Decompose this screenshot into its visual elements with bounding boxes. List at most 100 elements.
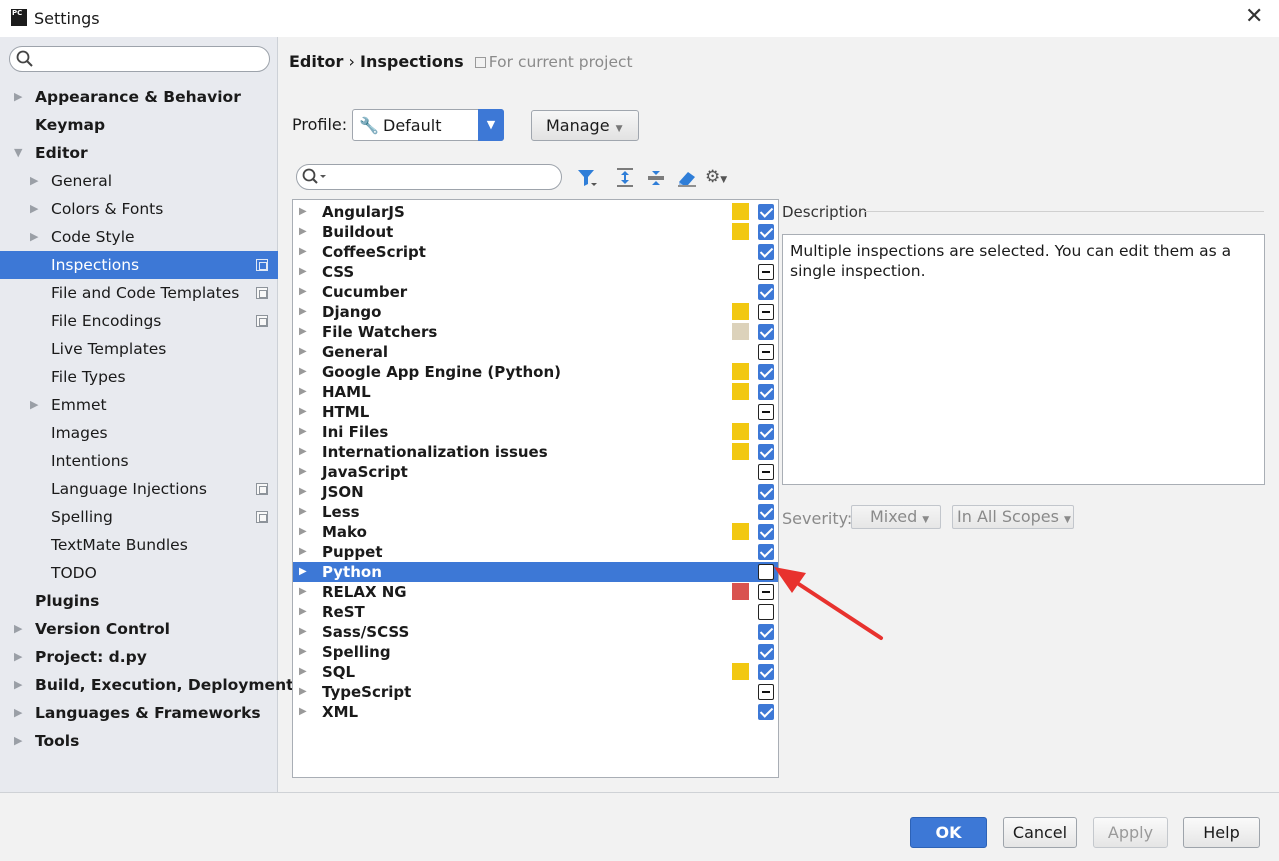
profile-combo[interactable]: 🔧 Default ▼ — [352, 109, 504, 141]
sidebar-item[interactable]: File and Code Templates — [0, 279, 278, 307]
inspection-checkbox[interactable] — [758, 344, 774, 360]
inspection-row[interactable]: ▶ Python — [293, 562, 778, 582]
inspection-row[interactable]: ▶ Internationalization issues — [293, 442, 778, 462]
chevron-right-icon[interactable]: ▶ — [30, 195, 38, 223]
sidebar-item[interactable]: ▶ Project: d.py — [0, 643, 278, 671]
inspection-checkbox[interactable] — [758, 504, 774, 520]
sidebar-item[interactable]: ▶ Tools — [0, 727, 278, 755]
sidebar-item[interactable]: ▶ Languages & Frameworks — [0, 699, 278, 727]
chevron-right-icon[interactable]: ▶ — [299, 302, 307, 322]
inspection-checkbox[interactable] — [758, 304, 774, 320]
filter-icon[interactable] — [576, 167, 598, 194]
inspection-row[interactable]: ▶ JSON — [293, 482, 778, 502]
sidebar-item[interactable]: Intentions — [0, 447, 278, 475]
sidebar-item[interactable]: TODO — [0, 559, 278, 587]
inspection-row[interactable]: ▶ Sass/SCSS — [293, 622, 778, 642]
chevron-right-icon[interactable]: ▶ — [299, 262, 307, 282]
sidebar-item[interactable]: Plugins — [0, 587, 278, 615]
scope-combo[interactable]: In All Scopes ▼ — [952, 505, 1074, 529]
sidebar-item[interactable]: ▶ General — [0, 167, 278, 195]
chevron-down-icon[interactable]: ▼ — [14, 139, 22, 167]
inspection-row[interactable]: ▶ Less — [293, 502, 778, 522]
inspection-row[interactable]: ▶ File Watchers — [293, 322, 778, 342]
chevron-right-icon[interactable]: ▶ — [299, 242, 307, 262]
chevron-right-icon[interactable]: ▶ — [299, 422, 307, 442]
inspection-checkbox[interactable] — [758, 524, 774, 540]
settings-search-input[interactable] — [9, 46, 270, 72]
inspection-checkbox[interactable] — [758, 384, 774, 400]
sidebar-item[interactable]: ▶ Build, Execution, Deployment — [0, 671, 294, 699]
inspection-checkbox[interactable] — [758, 324, 774, 340]
chevron-right-icon[interactable]: ▶ — [14, 643, 22, 671]
sidebar-item[interactable]: ▶ Code Style — [0, 223, 278, 251]
inspection-checkbox[interactable] — [758, 264, 774, 280]
chevron-right-icon[interactable]: ▶ — [30, 391, 38, 419]
inspection-row[interactable]: ▶ Spelling — [293, 642, 778, 662]
inspection-checkbox[interactable] — [758, 704, 774, 720]
inspection-row[interactable]: ▶ TypeScript — [293, 682, 778, 702]
sidebar-item[interactable]: Images — [0, 419, 278, 447]
inspection-row[interactable]: ▶ CSS — [293, 262, 778, 282]
sidebar-item[interactable]: ▶ Appearance & Behavior — [0, 83, 278, 111]
chevron-right-icon[interactable]: ▶ — [299, 542, 307, 562]
chevron-right-icon[interactable]: ▶ — [14, 83, 22, 111]
chevron-right-icon[interactable]: ▶ — [299, 342, 307, 362]
ok-button[interactable]: OK — [910, 817, 987, 848]
chevron-right-icon[interactable]: ▶ — [299, 382, 307, 402]
help-button[interactable]: Help — [1183, 817, 1260, 848]
chevron-right-icon[interactable]: ▶ — [299, 362, 307, 382]
inspection-checkbox[interactable] — [758, 204, 774, 220]
chevron-right-icon[interactable]: ▶ — [299, 322, 307, 342]
sidebar-item[interactable]: ▶ Version Control — [0, 615, 278, 643]
inspection-checkbox[interactable] — [758, 404, 774, 420]
inspection-checkbox[interactable] — [758, 284, 774, 300]
inspection-checkbox[interactable] — [758, 224, 774, 240]
sidebar-item[interactable]: ▼ Editor — [0, 139, 278, 167]
sidebar-item[interactable]: ▶ Emmet — [0, 391, 278, 419]
sidebar-item[interactable]: File Types — [0, 363, 278, 391]
sidebar-item[interactable]: Language Injections — [0, 475, 278, 503]
inspection-checkbox[interactable] — [758, 364, 774, 380]
inspection-row[interactable]: ▶ SQL — [293, 662, 778, 682]
severity-combo[interactable]: Mixed ▼ — [851, 505, 941, 529]
sidebar-item[interactable]: Keymap — [0, 111, 278, 139]
chevron-right-icon[interactable]: ▶ — [299, 202, 307, 222]
inspection-checkbox[interactable] — [758, 424, 774, 440]
manage-button[interactable]: Manage ▼ — [531, 110, 639, 141]
settings-gear-icon[interactable]: ⚙▼ — [705, 167, 727, 190]
chevron-right-icon[interactable]: ▶ — [14, 699, 22, 727]
profile-dropdown-button[interactable]: ▼ — [478, 109, 504, 141]
chevron-right-icon[interactable]: ▶ — [299, 282, 307, 302]
inspection-row[interactable]: ▶ AngularJS — [293, 202, 778, 222]
apply-button[interactable]: Apply — [1093, 817, 1168, 848]
inspection-checkbox[interactable] — [758, 464, 774, 480]
chevron-right-icon[interactable]: ▶ — [299, 682, 307, 702]
inspection-row[interactable]: ▶ HTML — [293, 402, 778, 422]
inspection-row[interactable]: ▶ Ini Files — [293, 422, 778, 442]
inspection-row[interactable]: ▶ ReST — [293, 602, 778, 622]
reset-eraser-icon[interactable] — [676, 167, 698, 194]
close-window-icon[interactable]: ✕ — [1245, 5, 1263, 29]
chevron-right-icon[interactable]: ▶ — [299, 442, 307, 462]
inspection-row[interactable]: ▶ Django — [293, 302, 778, 322]
sidebar-item[interactable]: ▶ Colors & Fonts — [0, 195, 278, 223]
inspection-row[interactable]: ▶ Cucumber — [293, 282, 778, 302]
inspection-row[interactable]: ▶ General — [293, 342, 778, 362]
inspection-row[interactable]: ▶ XML — [293, 702, 778, 722]
inspection-row[interactable]: ▶ Mako — [293, 522, 778, 542]
inspection-row[interactable]: ▶ Buildout — [293, 222, 778, 242]
sidebar-item[interactable]: Live Templates — [0, 335, 278, 363]
inspection-search-input[interactable] — [296, 164, 562, 190]
chevron-right-icon[interactable]: ▶ — [299, 642, 307, 662]
chevron-right-icon[interactable]: ▶ — [14, 615, 22, 643]
cancel-button[interactable]: Cancel — [1003, 817, 1077, 848]
inspection-row[interactable]: ▶ Google App Engine (Python) — [293, 362, 778, 382]
inspection-checkbox[interactable] — [758, 244, 774, 260]
collapse-all-icon[interactable] — [646, 167, 666, 194]
chevron-right-icon[interactable]: ▶ — [299, 522, 307, 542]
inspection-row[interactable]: ▶ HAML — [293, 382, 778, 402]
inspection-row[interactable]: ▶ RELAX NG — [293, 582, 778, 602]
expand-all-icon[interactable] — [615, 167, 635, 194]
chevron-right-icon[interactable]: ▶ — [299, 502, 307, 522]
chevron-right-icon[interactable]: ▶ — [299, 402, 307, 422]
